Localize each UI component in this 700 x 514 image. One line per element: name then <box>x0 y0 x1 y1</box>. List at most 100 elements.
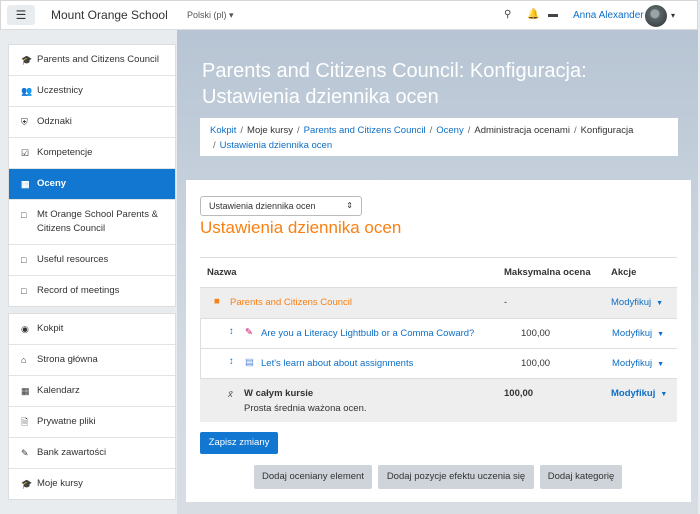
report-select-value: Ustawienia dziennika ocen <box>209 201 316 211</box>
sidebar-item-course[interactable]: 🎓 Parents and Citizens Council <box>9 45 175 76</box>
breadcrumb-gradebook-setup[interactable]: Ustawienia dziennika ocen <box>220 140 332 151</box>
sidebar-item-label: Kalendarz <box>37 385 80 396</box>
col-header-max: Maksymalna ocena <box>504 267 591 278</box>
user-name[interactable]: Anna Alexander <box>573 10 644 21</box>
move-handle-icon[interactable]: ↕ <box>229 356 234 367</box>
select-arrows-icon: ⇕ <box>346 201 353 210</box>
language-menu[interactable]: Polski (pl) ▾ <box>187 10 234 21</box>
sidebar-item-useful-resources[interactable]: □ Useful resources <box>9 245 175 276</box>
folder-icon: □ <box>21 210 27 220</box>
sidebar-item-label: Uczestnicy <box>37 85 83 96</box>
search-icon[interactable]: ⚲ <box>504 9 511 20</box>
checkbox-icon: ☑ <box>21 148 30 158</box>
item-edit-menu[interactable]: Modyfikuj ▼ <box>612 328 664 339</box>
sidebar-site-group: ◉ Kokpit ⌂ Strona główna ▦ Kalendarz 🗎 P… <box>8 313 176 500</box>
sidebar-item-content-bank[interactable]: ✎ Bank zawartości <box>9 438 175 469</box>
breadcrumb-my-courses: Moje kursy <box>247 125 293 136</box>
top-navbar: ☰ Mount Orange School Polski (pl) ▾ ⚲ 🔔 … <box>0 0 698 30</box>
sidebar-item-home[interactable]: ⌂ Strona główna <box>9 345 175 376</box>
item-name[interactable]: Let's learn about about assignments <box>261 358 413 369</box>
page-icon: ▤ <box>245 357 254 368</box>
edit-label: Modyfikuj <box>611 388 656 399</box>
bell-icon[interactable]: 🔔 <box>527 9 539 20</box>
chevron-down-icon: ▼ <box>660 391 668 398</box>
home-icon: ⌂ <box>21 355 27 365</box>
add-category-button[interactable]: Dodaj kategorię <box>540 465 622 489</box>
sidebar-item-private-files[interactable]: 🗎 Prywatne pliki <box>9 407 175 438</box>
sidebar-item-record-of-meetings[interactable]: □ Record of meetings <box>9 276 175 306</box>
sidebar-item-label: Parents and Citizens Council <box>37 54 159 65</box>
sigma-icon: x̄ <box>228 389 233 400</box>
item-max: 100,00 <box>521 358 551 369</box>
total-name: W całym kursie <box>244 388 314 399</box>
chevron-down-icon: ▼ <box>657 331 665 338</box>
edit-label: Modyfikuj <box>612 328 653 339</box>
total-max: 100,00 <box>504 388 534 399</box>
avatar[interactable] <box>645 5 667 27</box>
folder-icon: □ <box>21 255 27 265</box>
chevron-down-icon: ▼ <box>656 300 664 307</box>
sidebar-item-my-courses[interactable]: 🎓 Moje kursy <box>9 469 175 499</box>
main-card: Ustawienia dziennika ocen ⇕ Ustawienia d… <box>186 180 691 502</box>
breadcrumb-course[interactable]: Parents and Citizens Council <box>304 125 426 136</box>
sidebar-item-calendar[interactable]: ▦ Kalendarz <box>9 376 175 407</box>
shield-icon: ⛨ <box>21 117 28 127</box>
sidebar-item-label: Useful resources <box>37 254 109 265</box>
item-name[interactable]: Are you a Literacy Lightbulb or a Comma … <box>261 328 474 339</box>
category-edit-menu[interactable]: Modyfikuj ▼ <box>611 297 663 308</box>
hamburger-icon[interactable]: ☰ <box>7 5 35 25</box>
save-changes-button[interactable]: Zapisz zmiany <box>200 432 278 454</box>
grades-setup-table: Nazwa Maksymalna ocena Akcje ■ Parents a… <box>200 257 677 422</box>
users-icon: 👥 <box>21 86 33 96</box>
move-handle-icon[interactable]: ↕ <box>229 326 234 337</box>
breadcrumb: Kokpit / Moje kursy / Parents and Citizens C… <box>200 118 678 156</box>
page-title: Parents and Citizens Council: Konfigurac… <box>202 60 587 108</box>
col-header-name: Nazwa <box>207 267 237 278</box>
total-edit-menu[interactable]: Modyfikuj ▼ <box>611 388 667 399</box>
add-grade-item-button[interactable]: Dodaj oceniany element <box>254 465 372 489</box>
folder-icon: □ <box>21 286 27 296</box>
table-row-course-total: x̄ W całym kursie Prosta średnia ważona … <box>200 378 677 422</box>
breadcrumb-grade-admin: Administracja ocenami <box>474 125 570 136</box>
edit-label: Modyfikuj <box>612 358 653 369</box>
sidebar-course-group: 🎓 Parents and Citizens Council 👥 Uczestn… <box>8 44 176 307</box>
breadcrumb-dashboard[interactable]: Kokpit <box>210 125 236 136</box>
sidebar-item-label: Strona główna <box>37 354 98 365</box>
item-max: 100,00 <box>521 328 551 339</box>
table-row: ↕ ▤ Let's learn about about assignments … <box>200 348 677 378</box>
section-title: Ustawienia dziennika ocen <box>200 218 402 237</box>
sidebar: 🎓 Parents and Citizens Council 👥 Uczestn… <box>8 44 176 506</box>
calendar-icon: ▦ <box>21 386 30 396</box>
sidebar-item-label: Mt Orange School Parents & Citizens Coun… <box>37 209 158 234</box>
sidebar-item-label: Bank zawartości <box>37 447 107 458</box>
sidebar-item-competencies[interactable]: ☑ Kompetencje <box>9 138 175 169</box>
edit-label: Modyfikuj <box>611 297 652 308</box>
graduation-cap-icon: 🎓 <box>21 55 33 65</box>
chat-icon[interactable]: ▬ <box>548 9 558 20</box>
item-edit-menu[interactable]: Modyfikuj ▼ <box>612 358 664 369</box>
folder-icon: ■ <box>214 296 220 307</box>
sidebar-item-section[interactable]: □ Mt Orange School Parents & Citizens Co… <box>9 200 175 245</box>
sidebar-item-label: Prywatne pliki <box>37 416 96 427</box>
language-label: Polski (pl) <box>187 10 227 20</box>
breadcrumb-grades[interactable]: Oceny <box>436 125 463 136</box>
assignment-icon: ✎ <box>245 327 253 338</box>
table-header: Nazwa Maksymalna ocena Akcje <box>200 257 677 287</box>
add-outcome-item-button[interactable]: Dodaj pozycje efektu uczenia się <box>378 465 534 489</box>
sidebar-item-grades[interactable]: ▦ Oceny <box>9 169 175 200</box>
paintbrush-icon: ✎ <box>21 448 29 458</box>
table-row: ↕ ✎ Are you a Literacy Lightbulb or a Co… <box>200 318 677 348</box>
col-header-actions: Akcje <box>611 267 637 278</box>
report-select[interactable]: Ustawienia dziennika ocen ⇕ <box>200 196 362 216</box>
sidebar-item-participants[interactable]: 👥 Uczestnicy <box>9 76 175 107</box>
dashboard-icon: ◉ <box>21 324 29 334</box>
category-max: - <box>504 297 508 308</box>
sidebar-item-label: Moje kursy <box>37 478 83 489</box>
sidebar-item-dashboard[interactable]: ◉ Kokpit <box>9 314 175 345</box>
graduation-cap-icon: 🎓 <box>21 479 33 489</box>
site-name[interactable]: Mount Orange School <box>51 8 168 22</box>
chevron-down-icon[interactable]: ▾ <box>671 11 675 20</box>
category-name[interactable]: Parents and Citizens Council <box>230 297 352 308</box>
sidebar-item-label: Kompetencje <box>37 147 93 158</box>
sidebar-item-badges[interactable]: ⛨ Odznaki <box>9 107 175 138</box>
